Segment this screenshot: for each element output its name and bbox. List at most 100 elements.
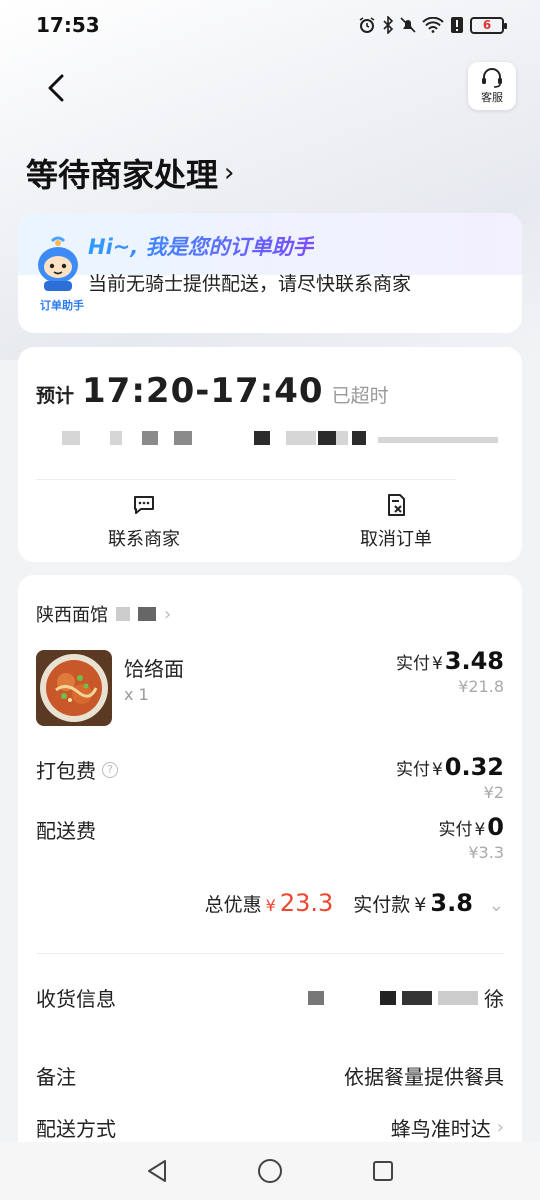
chevron-right-icon: › [224,158,235,188]
divider [36,953,504,954]
assistant-avatar-caption: 订单助手 [40,299,84,312]
shop-name: 陕西面馆 [36,605,108,626]
shipping-info-value: 徐 [308,983,504,1012]
redaction-block [308,990,324,1005]
redaction-block [402,990,432,1005]
redaction-block [378,437,498,443]
warning-icon [451,17,463,33]
redaction-block [380,990,396,1005]
triangle-back-icon [147,1160,166,1182]
food-name: 饸络面 [124,657,184,681]
cancel-order-label: 取消订单 [360,529,432,550]
recipient-name: 徐 [484,987,504,1011]
chevron-down-icon[interactable]: ⌄ [489,895,504,916]
delivery-method-value-wrap: 蜂鸟准时达 › [391,1113,504,1142]
packaging-original-price: ¥2 [483,783,504,802]
noodle-dish-image [36,650,112,726]
eta-status: 已超时 [331,385,389,407]
delivery-fee-price: 实付 ¥ 0 ¥3.3 [438,813,504,862]
back-arrow-icon [48,74,64,102]
currency-symbol: ¥ [431,654,443,674]
redaction-block [142,431,158,445]
remark-value: 依据餐量提供餐具 [344,1065,504,1089]
shipping-info-row[interactable]: 收货信息 徐 [36,983,504,1012]
redaction-block [138,607,156,621]
redaction-block [352,431,366,445]
eta-prefix: 预计 [36,385,75,407]
back-button[interactable] [38,68,74,108]
remark-row: 备注 依据餐量提供餐具 [36,1061,504,1090]
divider [36,479,456,480]
redaction-block [438,990,478,1005]
nav-home-button[interactable] [250,1151,290,1191]
total-label: 实付款 [353,894,411,916]
status-time: 17:53 [36,13,100,37]
contact-merchant-label: 联系商家 [108,529,180,550]
food-price: 实付 ¥ 3.48 ¥21.8 [396,647,504,696]
battery-icon: 6 [470,16,507,34]
wifi-icon [422,17,444,33]
order-details-card: 陕西面馆 › 饸络面 x 1 实付 ¥ 3.48 ¥21.8 打包费 ? 实付 … [18,575,522,1155]
eta-actions: 联系商家 取消订单 [18,492,522,552]
paid-label: 实付 [438,820,473,840]
status-bar: 17:53 6 [0,0,540,50]
help-icon[interactable]: ? [102,761,118,778]
delivery-method-value: 蜂鸟准时达 [390,1117,491,1141]
bluetooth-icon [383,16,394,34]
delivery-original-price: ¥3.3 [468,843,504,862]
order-assistant-card: 订单助手 Hi~, 我是您的订单助手 当前无骑士提供配送，请尽快联系商家 [18,213,522,333]
discount-value: 23.3 [279,889,334,917]
alarm-icon [359,17,375,33]
cancel-order-button[interactable]: 取消订单 [270,492,522,552]
paid-label: 实付 [395,654,430,674]
redaction-block [62,431,80,445]
system-nav-bar [0,1142,540,1200]
nav-recents-button[interactable] [363,1151,403,1191]
redaction-block [254,431,270,445]
packaging-fee-price: 实付 ¥ 0.32 ¥2 [396,753,504,802]
square-recents-icon [373,1161,394,1181]
delivery-method-label: 配送方式 [36,1117,116,1141]
mute-icon [400,17,416,33]
chevron-right-icon: › [496,1117,504,1138]
eta-row: 预计 17:20-17:40 已超时 [36,371,389,411]
customer-service-button[interactable]: 客服 [468,62,516,110]
delivery-eta-card: 预计 17:20-17:40 已超时 联系商家 取消订单 [18,347,522,562]
food-original-price: ¥21.8 [458,677,504,696]
redaction-block [110,431,122,445]
food-image[interactable] [36,650,112,726]
discount-currency: ¥ [265,896,276,915]
eta-time-range: 17:20-17:40 [82,371,324,411]
delivery-paid-value: 0 [487,813,504,841]
order-summary[interactable]: 总优惠 ¥ 23.3 实付款 ¥ 3.8 ⌄ [205,889,504,917]
page-title[interactable]: 等待商家处理 › [26,150,234,196]
nav-back-button[interactable] [137,1151,177,1191]
redacted-address-line [18,431,522,457]
cancel-order-icon [388,494,405,516]
redaction-block [116,607,130,621]
circle-home-icon [257,1159,282,1183]
shipping-info-label: 收货信息 [36,987,116,1011]
assistant-greeting: Hi~, 我是您的订单助手 [88,231,314,261]
delivery-method-row[interactable]: 配送方式 蜂鸟准时达 › [36,1113,504,1142]
redaction-block [318,431,336,445]
food-quantity: x 1 [124,685,149,704]
redaction-block [286,431,316,445]
order-status-title: 等待商家处理 [26,156,219,194]
assistant-message: 当前无骑士提供配送，请尽快联系商家 [88,273,412,295]
packaging-paid-value: 0.32 [444,753,504,781]
total-value: 3.8 [430,889,473,917]
contact-merchant-button[interactable]: 联系商家 [18,492,270,552]
currency-symbol: ¥ [431,760,443,780]
robot-mascot-icon [38,236,78,291]
delivery-fee-label: 配送费 [36,819,96,843]
remark-label: 备注 [36,1065,76,1089]
packaging-fee-label: 打包费 [36,759,96,783]
food-paid-value: 3.48 [444,647,504,675]
chat-icon [134,496,154,514]
paid-label: 实付 [395,760,430,780]
packaging-fee-row: 打包费 ? [36,755,118,784]
shop-name-row[interactable]: 陕西面馆 › [36,601,171,627]
chevron-right-icon: › [164,603,172,625]
delivery-fee-row: 配送费 [36,815,96,844]
